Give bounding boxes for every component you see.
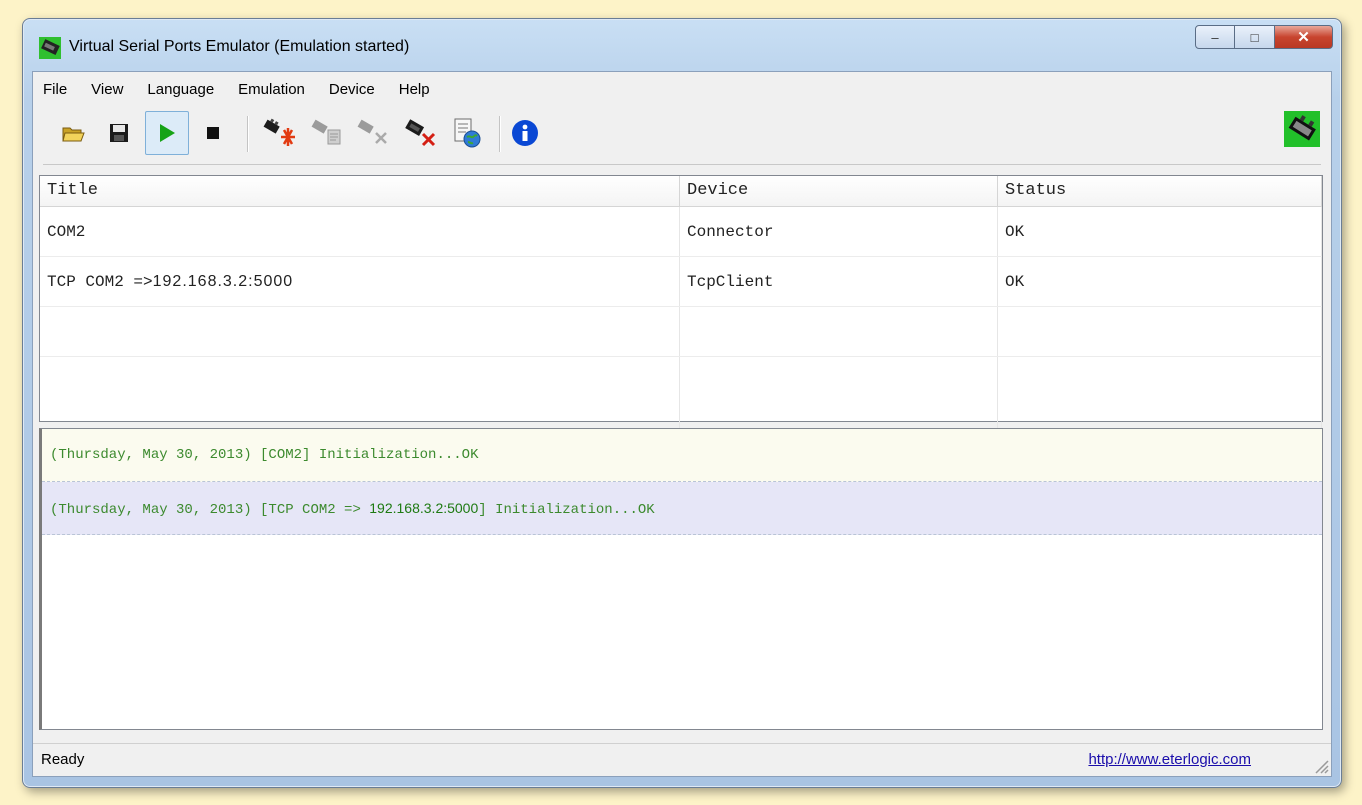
export-button[interactable] bbox=[445, 111, 489, 155]
play-icon bbox=[160, 124, 175, 142]
empty-cell bbox=[680, 307, 998, 356]
save-button[interactable] bbox=[97, 111, 141, 155]
open-icon bbox=[62, 127, 85, 142]
grid-header: Title Device Status bbox=[40, 176, 1322, 207]
row-title-ip: 192.168.3.2:5000 bbox=[152, 273, 294, 290]
table-row[interactable]: COM2 Connector OK bbox=[40, 207, 1322, 257]
row-title: TCP COM2 =>192.168.3.2:5000 bbox=[40, 257, 680, 306]
log-entry: (Thursday, May 30, 2013) [TCP COM2 => 19… bbox=[42, 482, 1322, 535]
start-emulation-button[interactable] bbox=[145, 111, 189, 155]
app-window: Virtual Serial Ports Emulator (Emulation… bbox=[22, 18, 1342, 788]
empty-cell bbox=[40, 307, 680, 356]
row-device: TcpClient bbox=[680, 257, 998, 306]
minimize-button[interactable]: – bbox=[1195, 25, 1235, 49]
row-status: OK bbox=[998, 257, 1322, 306]
menu-language[interactable]: Language bbox=[147, 81, 214, 98]
brand-logo bbox=[1283, 110, 1321, 148]
export-globe-icon bbox=[454, 118, 481, 148]
row-device: Connector bbox=[680, 207, 998, 256]
stop-emulation-button[interactable] bbox=[191, 111, 235, 155]
menu-view[interactable]: View bbox=[91, 81, 123, 98]
serial-port-logo-icon bbox=[1284, 111, 1320, 147]
toolbar-separator bbox=[247, 116, 249, 152]
device-properties-button bbox=[305, 111, 349, 155]
toolbar-separator bbox=[499, 116, 501, 152]
caption-buttons: – □ ✕ bbox=[1195, 25, 1333, 51]
device-properties-icon bbox=[311, 119, 341, 145]
info-icon bbox=[512, 120, 538, 146]
client-area: File View Language Emulation Device Help bbox=[32, 71, 1332, 777]
remove-all-devices-button[interactable] bbox=[399, 111, 443, 155]
row-title-text: TCP COM2 => bbox=[47, 273, 153, 291]
menu-emulation[interactable]: Emulation bbox=[238, 81, 305, 98]
log-panel[interactable]: (Thursday, May 30, 2013) [COM2] Initiali… bbox=[39, 428, 1323, 730]
devices-grid[interactable]: Title Device Status COM2 Connector OK TC… bbox=[39, 175, 1323, 441]
empty-row bbox=[40, 307, 1322, 357]
new-device-icon bbox=[263, 118, 295, 146]
serial-port-app-icon bbox=[39, 37, 61, 59]
menu-help[interactable]: Help bbox=[399, 81, 430, 98]
log-entry: (Thursday, May 30, 2013) [COM2] Initiali… bbox=[42, 429, 1322, 482]
header-device[interactable]: Device bbox=[680, 176, 998, 206]
log-text: (Thursday, May 30, 2013) [TCP COM2 => bbox=[50, 502, 370, 518]
row-title-text: COM2 bbox=[47, 223, 86, 241]
row-status: OK bbox=[998, 207, 1322, 256]
empty-cell bbox=[998, 307, 1322, 356]
new-device-button[interactable] bbox=[257, 111, 301, 155]
toolbar bbox=[33, 108, 1331, 160]
maximize-button[interactable]: □ bbox=[1235, 25, 1275, 49]
website-link[interactable]: http://www.eterlogic.com bbox=[1088, 751, 1251, 768]
close-button[interactable]: ✕ bbox=[1275, 25, 1333, 49]
title-bar[interactable]: Virtual Serial Ports Emulator (Emulation… bbox=[23, 19, 1341, 71]
table-row[interactable]: TCP COM2 =>192.168.3.2:5000 TcpClient OK bbox=[40, 257, 1322, 307]
status-text: Ready bbox=[41, 751, 85, 768]
delete-device-button bbox=[351, 111, 395, 155]
toolbar-divider bbox=[43, 164, 1321, 165]
status-bar: Ready http://www.eterlogic.com bbox=[33, 743, 1331, 776]
log-ip: 192.168.3.2:5000 bbox=[369, 500, 479, 516]
row-title: COM2 bbox=[40, 207, 680, 256]
about-button[interactable] bbox=[503, 111, 547, 155]
stop-icon bbox=[207, 127, 219, 139]
remove-all-devices-icon bbox=[405, 119, 436, 147]
log-text: ] Initialization...OK bbox=[478, 502, 655, 518]
menu-file[interactable]: File bbox=[43, 81, 67, 98]
delete-device-icon bbox=[357, 119, 387, 144]
minimize-icon: – bbox=[1211, 29, 1219, 45]
header-title[interactable]: Title bbox=[40, 176, 680, 206]
open-button[interactable] bbox=[51, 111, 95, 155]
window-title: Virtual Serial Ports Emulator (Emulation… bbox=[69, 38, 410, 55]
log-text: (Thursday, May 30, 2013) [COM2] Initiali… bbox=[50, 447, 479, 463]
menu-bar: File View Language Emulation Device Help bbox=[33, 72, 1331, 106]
save-icon bbox=[110, 124, 128, 142]
header-status[interactable]: Status bbox=[998, 176, 1322, 206]
resize-grip-icon[interactable] bbox=[1313, 758, 1329, 774]
close-icon: ✕ bbox=[1297, 29, 1310, 46]
maximize-icon: □ bbox=[1250, 29, 1259, 45]
menu-device[interactable]: Device bbox=[329, 81, 375, 98]
